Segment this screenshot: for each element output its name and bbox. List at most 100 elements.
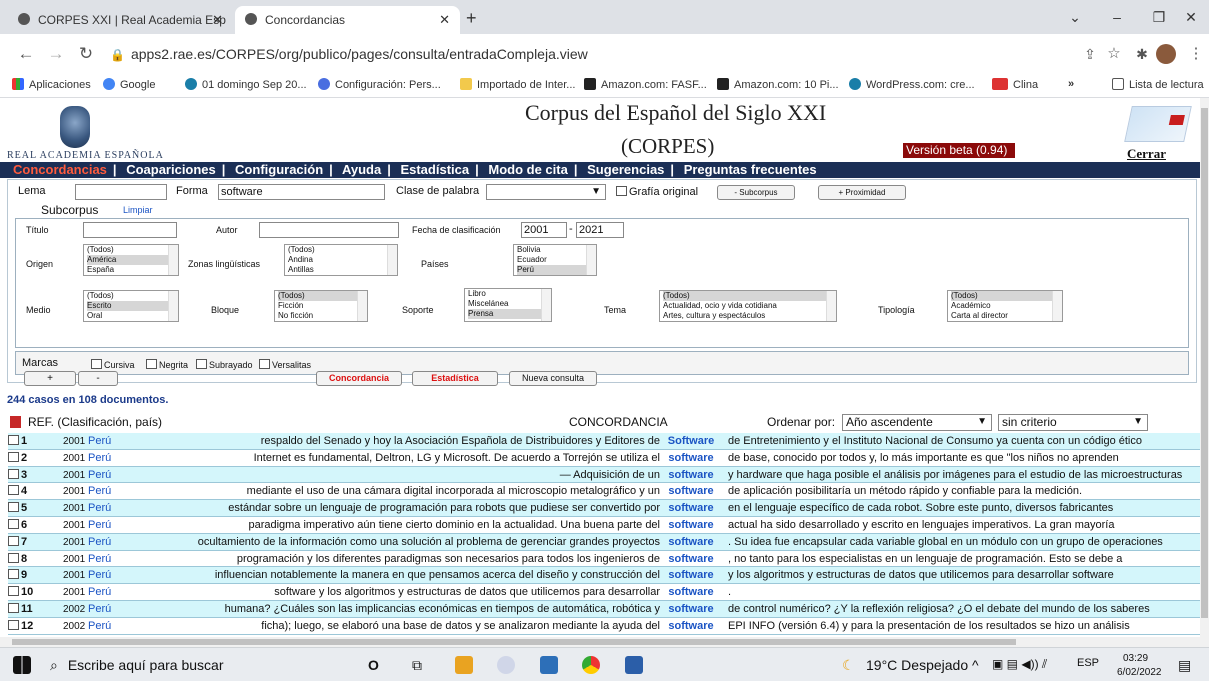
origen-listbox[interactable]: (Todos) América España (83, 244, 179, 276)
back-icon[interactable]: ← (14, 42, 38, 66)
tray-chevron-icon[interactable]: ^ (972, 657, 979, 673)
close-tab-icon[interactable]: ✕ (212, 6, 223, 34)
url-field[interactable]: 🔒 apps2.rae.es/CORPES/org/publico/pages/c… (110, 40, 1160, 68)
keyword-link[interactable]: software (663, 467, 719, 484)
lema-input[interactable] (75, 184, 167, 200)
bookmark-google[interactable]: Google (103, 78, 155, 91)
row-select[interactable]: 6 (8, 517, 58, 534)
menu-coapariciones[interactable]: Coapariciones (126, 162, 216, 177)
minimize-icon[interactable]: – (1096, 0, 1138, 34)
add-row-button[interactable]: + (24, 371, 76, 386)
reading-list[interactable]: Lista de lectura (1112, 78, 1204, 91)
autor-input[interactable] (259, 222, 399, 238)
new-tab-button[interactable]: + (466, 4, 477, 32)
keyword-link[interactable]: software (663, 567, 719, 584)
keyword-link[interactable]: software (663, 450, 719, 467)
calculator-icon[interactable] (540, 656, 558, 674)
keyword-link[interactable]: software (663, 551, 719, 568)
keyword-link[interactable]: software (663, 601, 719, 618)
soporte-listbox[interactable]: Libro Miscelánea Prensa (464, 288, 552, 322)
export-icon[interactable] (10, 416, 21, 428)
browser-tab-corpes[interactable]: CORPES XXI | Real Academia Esp ✕ (8, 6, 233, 34)
paises-listbox[interactable]: Bolivia Ecuador Perú (513, 244, 597, 276)
zonas-listbox[interactable]: (Todos) Andina Antillas (284, 244, 398, 276)
bookmark-apps[interactable]: Aplicaciones (12, 78, 91, 91)
grafia-checkbox[interactable]: Grafía original (616, 186, 698, 198)
order2-select[interactable]: sin criterio ▼ (998, 414, 1148, 431)
tray-icons[interactable]: ▣ ▤ ◀)) ⫽ (992, 657, 1047, 672)
fecha-from-input[interactable]: 2001 (521, 222, 567, 238)
row-select[interactable]: 10 (8, 584, 58, 601)
row-select[interactable]: 12 (8, 618, 58, 635)
vertical-scrollbar[interactable] (1200, 98, 1209, 647)
horizontal-scrollbar[interactable] (0, 637, 1200, 647)
menu-preguntas[interactable]: Preguntas frecuentes (684, 162, 817, 177)
row-select[interactable]: 4 (8, 483, 58, 500)
keyword-link[interactable]: Software (663, 433, 719, 450)
estadistica-button[interactable]: Estadística (412, 371, 498, 386)
forward-icon[interactable]: → (44, 42, 68, 66)
order-select[interactable]: Año ascendente ▼ (842, 414, 992, 431)
browser-tab-concordancias[interactable]: Concordancias ✕ (235, 6, 460, 34)
tab-search-icon[interactable]: ⌄ (1054, 0, 1096, 34)
row-select[interactable]: 8 (8, 551, 58, 568)
browser-menu-icon[interactable]: ⋮ (1184, 42, 1208, 66)
row-select[interactable]: 2 (8, 450, 58, 467)
share-icon[interactable]: ⇪ (1078, 42, 1102, 66)
menu-concordancias[interactable]: Concordancias (13, 162, 107, 177)
nueva-consulta-button[interactable]: Nueva consulta (509, 371, 597, 386)
row-select[interactable]: 11 (8, 601, 58, 618)
windows-start-icon[interactable] (13, 656, 31, 674)
bookmark-amazon-2[interactable]: Amazon.com: 10 Pi... (717, 78, 839, 91)
close-window-icon[interactable]: ✕ (1170, 0, 1209, 34)
profile-avatar[interactable] (1156, 44, 1176, 64)
keyword-link[interactable]: software (663, 500, 719, 517)
weather-text[interactable]: 19°C Despejado (866, 657, 968, 673)
row-select[interactable]: 3 (8, 467, 58, 484)
menu-sugerencias[interactable]: Sugerencias (587, 162, 664, 177)
tema-listbox[interactable]: (Todos) Actualidad, ocio y vida cotidiana… (659, 290, 837, 322)
menu-estadistica[interactable]: Estadística (400, 162, 469, 177)
row-select[interactable]: 5 (8, 500, 58, 517)
subcorpus-button[interactable]: - Subcorpus (717, 185, 795, 200)
concordancia-button[interactable]: Concordancia (316, 371, 402, 386)
tipologia-listbox[interactable]: (Todos) Académico Carta al director (947, 290, 1063, 322)
word-icon[interactable] (625, 656, 643, 674)
bookmarks-overflow[interactable]: » (1068, 78, 1074, 90)
snip-tool-icon[interactable] (497, 656, 515, 674)
bookmark-config[interactable]: Configuración: Pers... (318, 78, 441, 91)
bookmark-imported[interactable]: Importado de Inter... (460, 78, 575, 91)
fecha-to-input[interactable]: 2021 (576, 222, 624, 238)
menu-configuracion[interactable]: Configuración (235, 162, 323, 177)
subrayado-checkbox[interactable]: Subrayado (196, 359, 253, 370)
titulo-input[interactable] (83, 222, 177, 238)
proximidad-button[interactable]: + Proximidad (818, 185, 906, 200)
row-select[interactable]: 9 (8, 567, 58, 584)
bookmark-wordpress-2[interactable]: WordPress.com: cre... (849, 78, 975, 91)
keyword-link[interactable]: software (663, 517, 719, 534)
row-select[interactable]: 1 (8, 433, 58, 450)
limpiar-link[interactable]: Limpiar (123, 205, 153, 215)
bloque-listbox[interactable]: (Todos) Ficción No ficción (274, 290, 368, 322)
clase-select[interactable]: ▼ (486, 184, 606, 200)
file-explorer-icon[interactable] (455, 656, 473, 674)
medio-listbox[interactable]: (Todos) Escrito Oral (83, 290, 179, 322)
star-icon[interactable]: ☆ (1102, 42, 1126, 66)
clock-time[interactable]: 03:29 (1123, 653, 1148, 664)
menu-ayuda[interactable]: Ayuda (342, 162, 381, 177)
reload-icon[interactable]: ↻ (74, 42, 98, 66)
bookmark-clina[interactable]: Clina (992, 78, 1038, 91)
extensions-icon[interactable]: ✱ (1130, 42, 1154, 66)
keyword-link[interactable]: software (663, 534, 719, 551)
remove-row-button[interactable]: - (78, 371, 118, 386)
chrome-icon[interactable] (582, 656, 600, 674)
language-indicator[interactable]: ESP (1077, 657, 1099, 669)
task-view-icon[interactable]: ⧉ (412, 657, 422, 674)
bookmark-amazon-1[interactable]: Amazon.com: FASF... (584, 78, 707, 91)
taskbar-search[interactable]: ⌕ Escribe aquí para buscar (50, 657, 223, 674)
negrita-checkbox[interactable]: Negrita (146, 359, 188, 370)
keyword-link[interactable]: software (663, 618, 719, 635)
keyword-link[interactable]: software (663, 584, 719, 601)
menu-modo-cita[interactable]: Modo de cita (488, 162, 567, 177)
keyword-link[interactable]: software (663, 483, 719, 500)
